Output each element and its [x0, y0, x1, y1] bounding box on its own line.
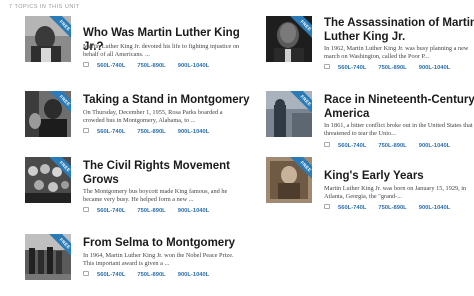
- level-link[interactable]: 750L-890L: [137, 272, 165, 278]
- reading-levels: 560L-740L 750L-890L 900L-1040L: [324, 142, 462, 151]
- level-link[interactable]: 900L-1040L: [419, 205, 451, 211]
- topic-card-race-nineteenth-century[interactable]: FREE Race in Nineteenth-Century America …: [266, 91, 474, 153]
- topic-title[interactable]: The Civil Rights Movement Grows: [83, 160, 253, 187]
- level-link[interactable]: 750L-890L: [378, 143, 406, 149]
- level-link[interactable]: 750L-890L: [137, 129, 165, 135]
- topic-title[interactable]: Race in Nineteenth-Century America: [324, 94, 474, 121]
- topic-thumbnail[interactable]: FREE: [266, 157, 312, 203]
- topic-title[interactable]: The Assassination of Martin Luther King …: [324, 17, 474, 44]
- reading-levels: 560L-740L 750L-890L 900L-1040L: [83, 271, 221, 280]
- book-icon: [83, 207, 89, 212]
- topics-count-label: 7 TOPICS IN THIS UNIT: [9, 4, 80, 10]
- book-icon: [324, 64, 330, 69]
- level-link[interactable]: 560L-740L: [97, 129, 125, 135]
- book-icon: [324, 142, 330, 147]
- level-link[interactable]: 560L-740L: [97, 63, 125, 69]
- topic-thumbnail[interactable]: FREE: [25, 234, 71, 280]
- topic-card-civil-rights-movement[interactable]: FREE The Civil Rights Movement Grows The…: [25, 157, 240, 219]
- topic-title[interactable]: King's Early Years: [324, 170, 474, 184]
- topic-card-who-was-mlk[interactable]: FREE Who Was Martin Luther King Jr.? Mar…: [25, 16, 240, 78]
- topic-title[interactable]: Taking a Stand in Montgomery: [83, 94, 253, 108]
- level-link[interactable]: 900L-1040L: [178, 63, 210, 69]
- topic-description: The Montgomery bus boycott made King fam…: [83, 188, 228, 203]
- topic-thumbnail[interactable]: FREE: [25, 16, 71, 62]
- reading-levels: 560L-740L 750L-890L 900L-1040L: [83, 128, 221, 137]
- level-link[interactable]: 750L-890L: [378, 65, 406, 71]
- level-link[interactable]: 560L-740L: [338, 205, 366, 211]
- level-link[interactable]: 560L-740L: [338, 143, 366, 149]
- topic-thumbnail[interactable]: FREE: [25, 91, 71, 137]
- level-link[interactable]: 900L-1040L: [178, 208, 210, 214]
- topic-description: In 1964, Martin Luther King Jr. won the …: [83, 252, 234, 267]
- topic-card-selma-to-montgomery[interactable]: FREE From Selma to Montgomery In 1964, M…: [25, 234, 240, 296]
- reading-levels: 560L-740L 750L-890L 900L-1040L: [324, 204, 462, 213]
- level-link[interactable]: 560L-740L: [338, 65, 366, 71]
- level-link[interactable]: 900L-1040L: [419, 65, 451, 71]
- level-link[interactable]: 750L-890L: [137, 63, 165, 69]
- book-icon: [83, 62, 89, 67]
- level-link[interactable]: 560L-740L: [97, 208, 125, 214]
- topic-description: In 1962, Martin Luther King Jr. was busy…: [324, 45, 469, 60]
- topic-thumbnail[interactable]: FREE: [266, 16, 312, 62]
- level-link[interactable]: 750L-890L: [137, 208, 165, 214]
- book-icon: [83, 128, 89, 133]
- reading-levels: 560L-740L 750L-890L 900L-1040L: [83, 207, 221, 216]
- topic-card-kings-early-years[interactable]: FREE King's Early Years Martin Luther Ki…: [266, 157, 474, 219]
- topic-title[interactable]: From Selma to Montgomery: [83, 237, 253, 251]
- book-icon: [83, 271, 89, 276]
- topic-card-taking-a-stand[interactable]: FREE Taking a Stand in Montgomery On Thu…: [25, 91, 250, 153]
- level-link[interactable]: 900L-1040L: [178, 272, 210, 278]
- topic-description: In 1861, a bitter conflict broke out in …: [324, 122, 473, 137]
- level-link[interactable]: 900L-1040L: [419, 143, 451, 149]
- topic-description: Martin Luther King Jr. devoted his life …: [83, 43, 240, 58]
- level-link[interactable]: 750L-890L: [378, 205, 406, 211]
- reading-levels: 560L-740L 750L-890L 900L-1040L: [83, 62, 221, 71]
- topic-card-assassination[interactable]: FREE The Assassination of Martin Luther …: [266, 16, 474, 78]
- reading-levels: 560L-740L 750L-890L 900L-1040L: [324, 64, 462, 73]
- topic-thumbnail[interactable]: FREE: [266, 91, 312, 137]
- topic-thumbnail[interactable]: FREE: [25, 157, 71, 203]
- topic-description: On Thursday, December 1, 1955, Rosa Park…: [83, 109, 223, 124]
- level-link[interactable]: 560L-740L: [97, 272, 125, 278]
- level-link[interactable]: 900L-1040L: [178, 129, 210, 135]
- topic-description: Martin Luther King Jr. was born on Janua…: [324, 185, 467, 200]
- book-icon: [324, 204, 330, 209]
